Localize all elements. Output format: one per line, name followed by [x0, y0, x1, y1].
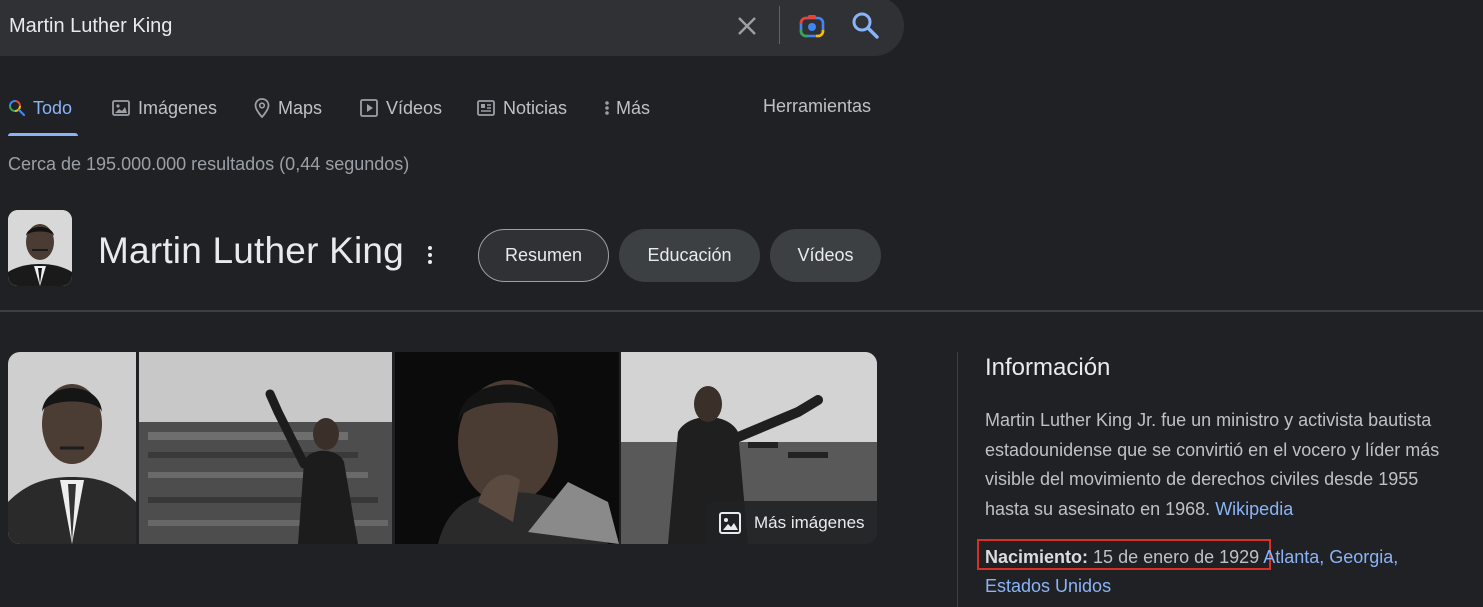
wikipedia-link[interactable]: Wikipedia: [1215, 499, 1293, 519]
tab-maps[interactable]: Maps: [253, 96, 322, 120]
image-icon: [719, 511, 741, 534]
tab-label: Maps: [278, 97, 323, 118]
birth-date: 15 de enero de 1929: [1093, 547, 1260, 567]
search-bar: [0, 0, 904, 56]
active-tab-indicator: [8, 133, 78, 136]
map-pin-icon: [254, 98, 270, 118]
tab-label: Vídeos: [386, 97, 443, 118]
tab-label: Imágenes: [138, 97, 218, 118]
divider: [0, 310, 1483, 312]
chip-education[interactable]: Educación: [619, 229, 760, 282]
tools-button[interactable]: Herramientas: [763, 96, 871, 117]
birth-label: Nacimiento:: [985, 547, 1089, 567]
play-icon: [360, 99, 378, 117]
entity-title: Martin Luther King: [98, 230, 404, 271]
more-vertical-icon: [605, 101, 609, 115]
tab-label: Noticias: [503, 97, 568, 118]
search-icon[interactable]: [850, 10, 880, 40]
birth-fact: Nacimiento: 15 de enero de 1929 Atlanta,…: [985, 543, 1455, 601]
gallery-image-1: [8, 352, 136, 544]
entity-thumbnail[interactable]: [8, 210, 72, 286]
gallery-image-3: [395, 352, 619, 544]
info-title: Información: [985, 354, 1111, 381]
search-bar-divider: [779, 6, 780, 44]
panel-divider: [957, 352, 958, 607]
tab-label: Todo: [33, 97, 73, 118]
chip-videos[interactable]: Vídeos: [770, 229, 881, 282]
more-images-label: Más imágenes: [754, 512, 865, 532]
tab-more[interactable]: Más: [602, 96, 650, 120]
gallery-image-2: [139, 352, 392, 544]
search-icon: [9, 100, 26, 117]
news-icon: [477, 100, 495, 116]
image-icon: [112, 100, 130, 116]
tab-videos[interactable]: Vídeos: [359, 96, 442, 120]
tab-all[interactable]: Todo: [8, 96, 72, 120]
tab-images[interactable]: Imágenes: [111, 96, 217, 120]
chip-summary[interactable]: Resumen: [478, 229, 609, 282]
more-options-icon[interactable]: [420, 243, 440, 269]
info-description: Martin Luther King Jr. fue un ministro y…: [985, 406, 1445, 524]
more-images-button[interactable]: Más imágenes: [706, 501, 877, 544]
results-stats: Cerca de 195.000.000 resultados (0,44 se…: [8, 154, 410, 174]
tab-label: Más: [616, 97, 651, 118]
search-input[interactable]: [9, 12, 699, 40]
description-text: Martin Luther King Jr. fue un ministro y…: [985, 410, 1440, 519]
clear-search-icon[interactable]: [733, 12, 761, 40]
tab-news[interactable]: Noticias: [476, 96, 567, 120]
camera-lens-icon[interactable]: [796, 10, 828, 42]
